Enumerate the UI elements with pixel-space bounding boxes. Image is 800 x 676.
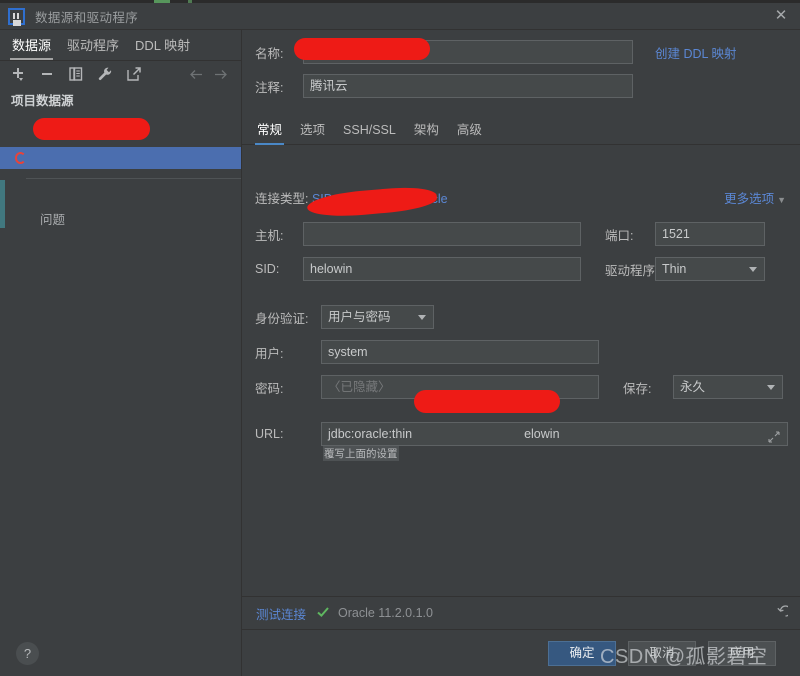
checkmark-icon <box>316 605 330 621</box>
comment-input[interactable]: 腾讯云 <box>303 74 633 98</box>
url-hint-text: 覆写上面的设置 <box>323 446 399 461</box>
forward-arrow-icon[interactable] <box>209 63 233 85</box>
more-options-label: 更多选项 <box>724 192 775 206</box>
user-value: system <box>328 345 368 359</box>
sid-input[interactable]: helowin <box>303 257 581 281</box>
wrench-icon[interactable] <box>94 63 116 85</box>
comment-label: 注释: <box>255 80 284 95</box>
tab-drivers[interactable]: 驱动程序 <box>65 31 121 60</box>
sid-value: helowin <box>310 262 353 276</box>
user-input[interactable]: system <box>321 340 599 364</box>
chevron-down-icon <box>749 267 757 272</box>
duplicate-icon[interactable] <box>65 63 87 85</box>
more-options-button[interactable]: 更多选项 ▼ <box>724 188 786 207</box>
user-field-row: 用户: system <box>255 340 599 364</box>
close-icon[interactable]: ✕ <box>772 7 790 25</box>
auth-field-row: 身份验证: 用户与密码 <box>255 305 434 329</box>
save-select[interactable]: 永久 <box>673 375 783 399</box>
apply-button[interactable]: 应用 <box>708 641 776 666</box>
driver-type-value: Thin <box>662 262 687 276</box>
problems-label: 问题 <box>40 213 66 227</box>
connection-type-value[interactable]: SID <box>312 192 333 206</box>
password-input[interactable]: 〈已隐藏〉 <box>321 375 599 399</box>
save-value: 永久 <box>680 380 706 394</box>
details-tab-bar: 常规 选项 SSH/SSL 架构 高级 <box>242 116 800 145</box>
datasources-and-drivers-dialog: 数据源和驱动程序 ✕ 数据源 驱动程序 DDL 映射 项目数据源 问题 名称: … <box>0 0 800 676</box>
chevron-down-icon <box>418 315 426 320</box>
tab-general[interactable]: 常规 <box>255 118 285 145</box>
project-datasources-heading: 项目数据源 <box>11 94 74 108</box>
comment-value: 腾讯云 <box>310 79 348 93</box>
port-value: 1521 <box>662 227 690 241</box>
status-bar: 测试连接 Oracle 11.2.0.1.0 <box>242 596 800 630</box>
test-connection-link[interactable]: 测试连接 <box>256 604 306 623</box>
add-icon[interactable] <box>7 63 29 85</box>
tab-datasources[interactable]: 数据源 <box>10 31 54 60</box>
connection-summary: 连接类型: SID 驱动程序: Oracle <box>255 188 448 207</box>
dialog-footer: ? 确定 取消 应用 <box>0 630 800 676</box>
connection-type-label: 连接类型: <box>255 192 309 206</box>
intellij-idea-logo-icon <box>8 7 25 25</box>
user-label: 用户: <box>255 346 284 361</box>
left-toolbar <box>0 60 241 88</box>
host-field-row: 主机: 端口: 1521 <box>255 222 765 246</box>
driver-label: 驱动程序: <box>353 192 408 206</box>
url-field-row: URL: jdbc:oracle:thin elowin <box>255 422 788 446</box>
import-icon[interactable] <box>123 63 145 85</box>
tab-ddl-mappings[interactable]: DDL 映射 <box>133 31 192 60</box>
name-field-row: 名称: 创建 DDL 映射 <box>255 40 737 64</box>
sid-field-row: SID: helowin 驱动程序: Thin <box>255 257 765 281</box>
password-label: 密码: <box>255 381 284 396</box>
comment-field-row: 注释: 腾讯云 <box>255 74 633 98</box>
tab-schema[interactable]: 架构 <box>412 118 441 145</box>
back-arrow-icon[interactable] <box>185 63 209 85</box>
url-label: URL: <box>255 427 284 441</box>
create-ddl-mapping-link[interactable]: 创建 DDL 映射 <box>655 43 737 62</box>
tab-advanced[interactable]: 高级 <box>455 118 484 145</box>
driver-value[interactable]: Oracle <box>411 192 448 206</box>
tab-options[interactable]: 选项 <box>298 118 327 145</box>
save-label: 保存: <box>623 381 652 396</box>
tab-ssh-ssl[interactable]: SSH/SSL <box>341 118 398 145</box>
port-label: 端口: <box>605 228 634 243</box>
port-input[interactable]: 1521 <box>655 222 765 246</box>
ok-button[interactable]: 确定 <box>548 641 616 666</box>
cancel-button[interactable]: 取消 <box>628 641 696 666</box>
divider <box>26 178 241 179</box>
url-value-prefix: jdbc:oracle:thin <box>328 427 413 441</box>
host-label: 主机: <box>255 228 284 243</box>
chevron-down-icon: ▼ <box>777 195 786 205</box>
left-panel: 数据源 驱动程序 DDL 映射 项目数据源 问题 <box>0 30 242 676</box>
name-label: 名称: <box>255 46 284 61</box>
remove-icon[interactable] <box>36 63 58 85</box>
expand-icon[interactable] <box>768 428 781 443</box>
help-button[interactable]: ? <box>16 642 39 665</box>
driver-type-select[interactable]: Thin <box>655 257 765 281</box>
side-marker <box>0 180 5 228</box>
left-tab-bar: 数据源 驱动程序 DDL 映射 <box>0 30 241 61</box>
url-value-suffix: elowin <box>524 427 560 441</box>
auth-select[interactable]: 用户与密码 <box>321 305 434 329</box>
revert-icon[interactable] <box>773 604 792 623</box>
window-title: 数据源和驱动程序 <box>35 10 139 25</box>
title-bar: 数据源和驱动程序 ✕ <box>0 3 800 30</box>
details-panel: 名称: 创建 DDL 映射 注释: 腾讯云 常规 选项 SSH/SSL 架构 高… <box>242 30 800 676</box>
host-input[interactable] <box>303 222 581 246</box>
password-field-row: 密码: 〈已隐藏〉 保存: 永久 <box>255 375 783 399</box>
password-placeholder: 〈已隐藏〉 <box>328 380 391 394</box>
list-item[interactable] <box>0 147 241 169</box>
driver-type-label: 驱动程序: <box>605 263 659 278</box>
name-input[interactable] <box>303 40 633 64</box>
url-input[interactable]: jdbc:oracle:thin elowin <box>321 422 788 446</box>
sid-label: SID: <box>255 262 280 276</box>
chevron-down-icon <box>767 385 775 390</box>
oracle-database-icon <box>14 151 28 165</box>
auth-value: 用户与密码 <box>328 310 391 324</box>
connection-status-text: Oracle 11.2.0.1.0 <box>338 606 433 620</box>
auth-label: 身份验证: <box>255 311 309 326</box>
